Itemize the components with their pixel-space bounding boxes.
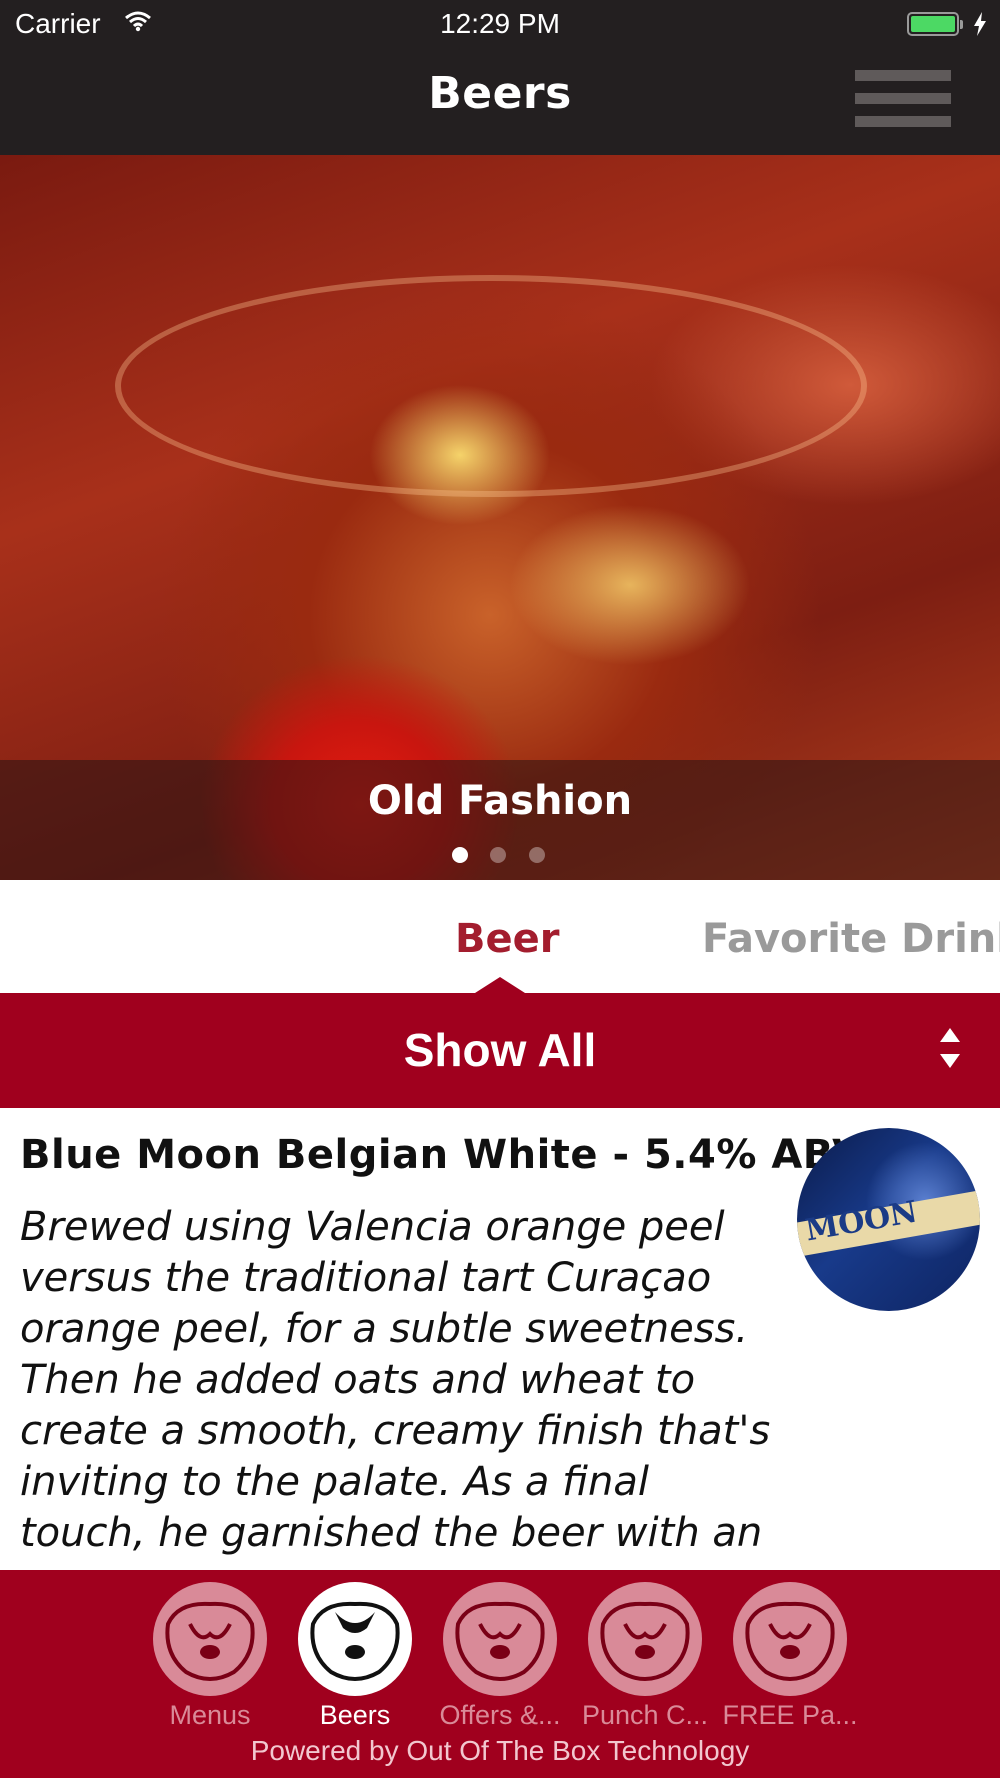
powered-by-footer[interactable]: Powered by Out Of The Box Technology xyxy=(0,1735,1000,1767)
badger-icon xyxy=(443,1582,557,1696)
tab-bar-label: Punch C... xyxy=(581,1700,709,1730)
item-thumbnail: MOON xyxy=(797,1128,980,1311)
category-tabs: Beer Favorite Drink xyxy=(0,880,1000,993)
battery-icon xyxy=(907,12,963,36)
tab-beer[interactable]: Beer xyxy=(455,916,559,962)
bottom-tab-bar: Menus Beers Offers &... Punch C... FREE … xyxy=(0,1570,1000,1778)
hero-caption: Old Fashion xyxy=(367,778,633,824)
tab-bar-item-punch-card[interactable]: Punch C... xyxy=(575,1582,715,1732)
badger-icon xyxy=(733,1582,847,1696)
tab-selected-indicator xyxy=(475,977,525,993)
tab-bar-label: Menus xyxy=(169,1700,251,1730)
battery-level xyxy=(911,16,955,32)
hero-image-glass xyxy=(115,275,867,497)
clock: 12:29 PM xyxy=(440,8,560,39)
hamburger-icon xyxy=(855,70,951,81)
item-title: Blue Moon Belgian White - 5.4% ABV xyxy=(20,1132,864,1178)
item-description: Brewed using Valencia orange peel versus… xyxy=(20,1204,771,1556)
page-dot-3[interactable] xyxy=(529,847,545,863)
page-dot-1[interactable] xyxy=(452,847,468,863)
tab-bar-label: Beers xyxy=(319,1700,391,1730)
status-bar: Carrier 12:29 PM xyxy=(0,0,1000,50)
tab-favorite-drink[interactable]: Favorite Drink xyxy=(702,916,1000,962)
tab-bar-item-menus[interactable]: Menus xyxy=(140,1582,280,1732)
list-item[interactable]: Blue Moon Belgian White - 5.4% ABV Brewe… xyxy=(0,1108,1000,1570)
badger-icon xyxy=(588,1582,702,1696)
badger-icon xyxy=(298,1582,412,1696)
tab-bar-item-beers[interactable]: Beers xyxy=(285,1582,425,1732)
sort-updown-icon xyxy=(940,1028,960,1068)
tab-bar-label: FREE Pa... xyxy=(722,1700,858,1730)
page-dot-2[interactable] xyxy=(490,847,506,863)
top-bar: Carrier 12:29 PM Beers xyxy=(0,0,1000,155)
filter-selector[interactable]: Show All xyxy=(0,993,1000,1108)
bolt-icon xyxy=(974,12,986,36)
hamburger-menu-button[interactable] xyxy=(855,70,951,128)
filter-label: Show All xyxy=(403,1024,597,1076)
tab-bar-item-free[interactable]: FREE Pa... xyxy=(720,1582,860,1732)
tab-bar-label: Offers &... xyxy=(439,1700,561,1730)
badger-icon xyxy=(153,1582,267,1696)
tab-bar-item-offers[interactable]: Offers &... xyxy=(430,1582,570,1732)
page-title: Beers xyxy=(428,68,572,119)
